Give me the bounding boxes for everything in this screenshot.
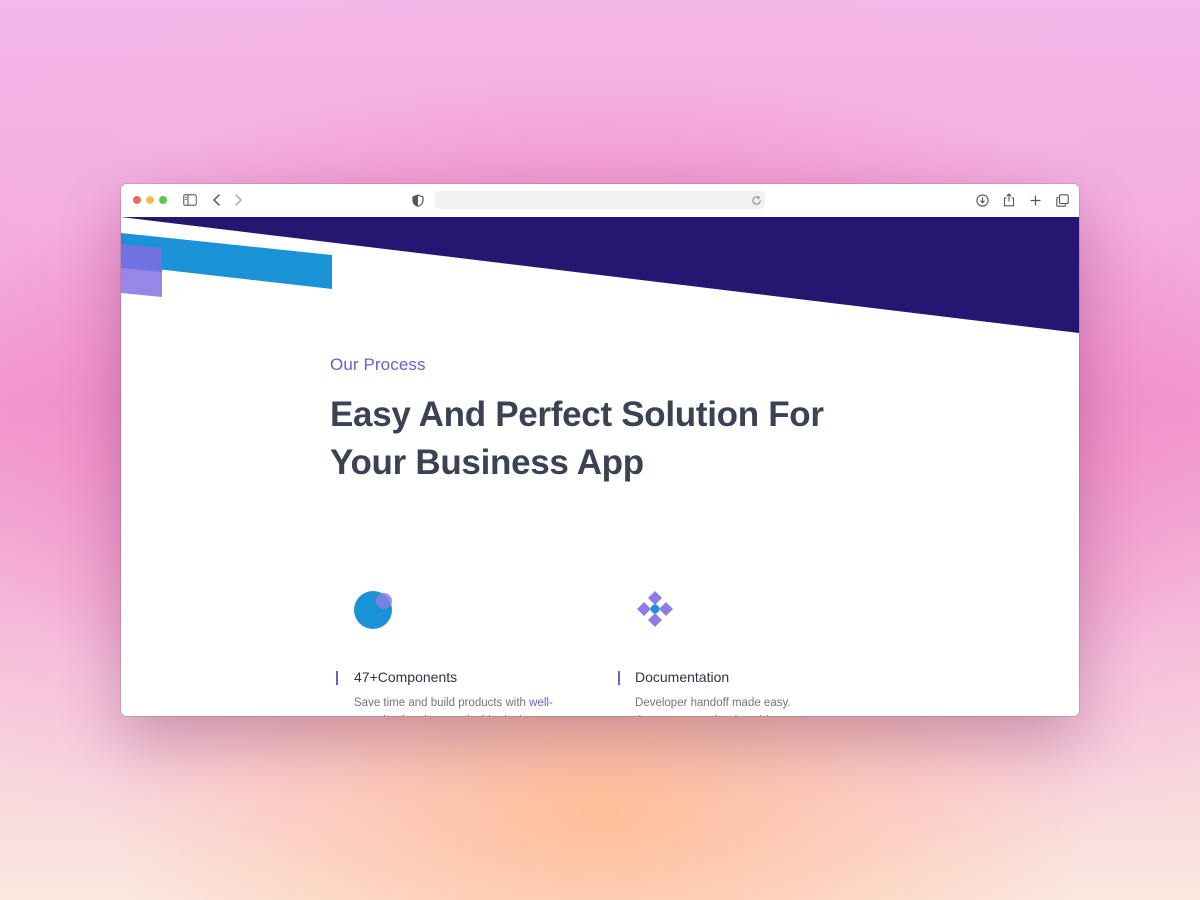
forward-icon[interactable] — [230, 192, 246, 208]
feature-accent-bar — [618, 671, 620, 685]
maximize-window-button[interactable] — [159, 196, 167, 204]
documentation-icon — [637, 591, 673, 627]
section-heading: Easy And Perfect Solution For Your Busin… — [330, 391, 890, 487]
feature-description-text-end: desktop — [497, 715, 540, 716]
section-eyebrow: Our Process — [330, 355, 426, 374]
banner-overlap-block — [121, 244, 162, 272]
feature-description-text: Developer handoff made easy. Component a… — [635, 697, 791, 716]
back-icon[interactable] — [209, 192, 225, 208]
browser-window: Our Process Easy And Perfect Solution Fo… — [121, 184, 1079, 716]
feature-accent-bar — [336, 671, 338, 685]
feature-description: Save time and build products with well-o… — [354, 694, 569, 716]
feature-description: Developer handoff made easy. Component a… — [635, 694, 850, 716]
feature-title: 47+Components — [354, 669, 458, 685]
feature-title: Documentation — [635, 669, 730, 685]
download-icon[interactable] — [974, 192, 990, 208]
close-window-button[interactable] — [133, 196, 141, 204]
reload-icon[interactable] — [749, 193, 763, 207]
heading-line-2: Your Business App — [330, 443, 644, 482]
components-icon — [354, 591, 392, 629]
shield-icon[interactable] — [410, 192, 426, 208]
feature-description-text: Save time and build products with — [354, 697, 530, 709]
hero-banner-decoration — [121, 217, 1079, 333]
tabs-overview-icon[interactable] — [1054, 192, 1070, 208]
address-bar[interactable] — [435, 191, 765, 209]
sidebar-icon[interactable] — [182, 192, 198, 208]
browser-toolbar — [121, 184, 1079, 218]
minimize-window-button[interactable] — [146, 196, 154, 204]
heading-line-1: Easy And Perfect Solution For — [330, 395, 824, 434]
share-icon[interactable] — [1001, 192, 1017, 208]
web-page: Our Process Easy And Perfect Solution Fo… — [121, 217, 1079, 716]
new-tab-icon[interactable] — [1027, 192, 1043, 208]
